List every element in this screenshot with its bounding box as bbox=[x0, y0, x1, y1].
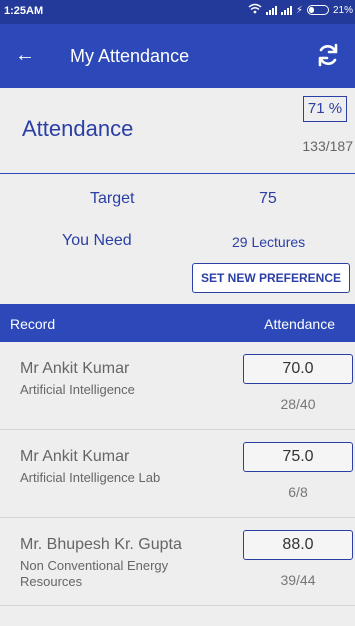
status-icons: ⚡ 21% bbox=[248, 3, 353, 17]
battery-percent: 21% bbox=[332, 4, 353, 16]
attendance-heading: Attendance bbox=[22, 116, 134, 141]
refresh-icon bbox=[318, 43, 338, 67]
set-new-preference-button[interactable]: SET NEW PREFERENCE bbox=[192, 263, 350, 293]
attendance-count: 39/44 bbox=[280, 572, 316, 588]
teacher-name: Mr Ankit Kumar bbox=[20, 448, 130, 465]
target-section: Target 75 You Need 29 Lectures SET NEW P… bbox=[0, 174, 355, 300]
charging-icon: ⚡ bbox=[295, 4, 303, 16]
subject-name: Artificial Intelligence bbox=[20, 382, 135, 397]
records-header: Record Attendance bbox=[0, 304, 355, 342]
teacher-name: Mr Ankit Kumar bbox=[20, 360, 130, 377]
back-button[interactable]: ← bbox=[14, 44, 36, 66]
wifi-icon bbox=[248, 3, 262, 17]
subject-name: Non Conventional Energy Resources bbox=[20, 558, 169, 589]
refresh-button[interactable] bbox=[315, 42, 341, 68]
attendance-value: 88.0 bbox=[243, 530, 353, 560]
attendance-value: 75.0 bbox=[243, 442, 353, 472]
record-column-header: Record bbox=[10, 316, 56, 332]
list-item[interactable]: Mr Ankit Kumar Artificial Intelligence 7… bbox=[0, 342, 355, 430]
subject-name: Artificial Intelligence Lab bbox=[20, 470, 161, 485]
arrow-left-icon: ← bbox=[15, 44, 35, 66]
attendance-count: 6/8 bbox=[288, 484, 308, 500]
you-need-value: 29 Lectures bbox=[232, 234, 306, 250]
list-item[interactable]: Mr. Bhupesh Kr. Gupta Non Conventional E… bbox=[0, 518, 355, 606]
teacher-name: Mr. Bhupesh Kr. Gupta bbox=[20, 536, 182, 553]
attendance-value: 70.0 bbox=[243, 354, 353, 384]
signal-icon bbox=[265, 5, 277, 15]
battery-icon bbox=[306, 5, 329, 15]
attendance-summary: Attendance 71 % 133/187 bbox=[0, 88, 355, 174]
target-value: 75 bbox=[259, 190, 277, 207]
attendance-percent: 71 % bbox=[303, 96, 347, 122]
status-time: 1:25AM bbox=[4, 5, 44, 17]
target-label: Target bbox=[90, 190, 135, 207]
attendance-count: 133/187 bbox=[302, 138, 353, 154]
app-bar: ← My Attendance bbox=[0, 24, 355, 88]
list-item[interactable]: Mr Ankit Kumar Artificial Intelligence L… bbox=[0, 430, 355, 518]
attendance-count: 28/40 bbox=[280, 396, 316, 412]
page-title: My Attendance bbox=[70, 46, 190, 66]
status-bar: 1:25AM ⚡ 21% bbox=[0, 0, 355, 24]
attendance-column-header: Attendance bbox=[264, 316, 335, 332]
you-need-label: You Need bbox=[62, 232, 132, 249]
signal-icon bbox=[280, 5, 292, 15]
